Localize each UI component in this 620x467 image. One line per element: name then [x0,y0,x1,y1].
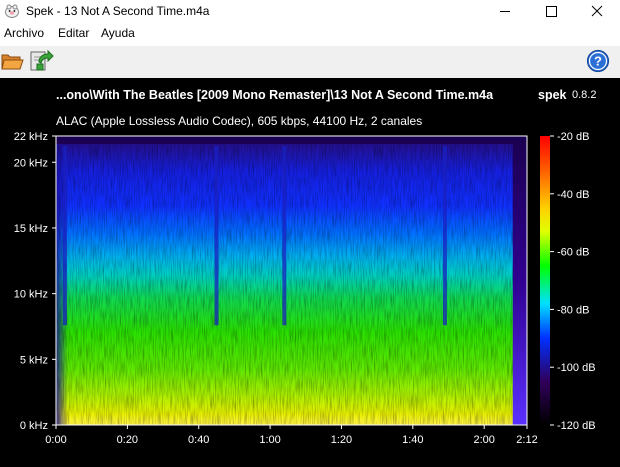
menu-archivo[interactable]: Archivo [4,26,44,40]
colorbar-tick-label-4: -100 dB [557,362,596,374]
x-tick-label-5: 1:40 [402,434,423,446]
x-tick-label-4: 1:20 [331,434,352,446]
x-tick-label-1: 0:20 [117,434,138,446]
y-tick-label-4: 20 kHz [14,157,48,169]
menu-ayuda[interactable]: Ayuda [101,26,135,40]
colorbar-tick-label-2: -60 dB [557,247,589,259]
folder-open-icon [1,54,24,70]
dip-2 [282,146,287,326]
spectrogram-panel: ...ono\With The Beatles [2009 Mono Remas… [0,78,620,467]
menu-editar[interactable]: Editar [58,26,89,40]
x-tick-label-0: 0:00 [45,434,66,446]
toolbar: ? [0,46,620,78]
maximize-icon [546,6,557,17]
colorbar-tick-label-5: -120 dB [557,420,596,432]
colorbar [540,136,550,425]
y-tick-label-0: 0 kHz [20,420,48,432]
dip-3 [442,146,447,326]
title-bar: Spek - 13 Not A Second Time.m4a [0,0,620,22]
colorbar-tick-label-0: -20 dB [557,131,589,143]
minimize-button[interactable] [482,0,528,22]
window-title: Spek - 13 Not A Second Time.m4a [26,4,210,18]
spek-app-icon [5,4,19,18]
help-button[interactable]: ? [586,49,612,75]
x-tick-label-7: 2:12 [516,434,537,446]
spectrogram-image [56,136,527,425]
frequency-axis: 0 kHz 5 kHz 10 kHz 15 kHz 20 kHz 22 kHz [14,131,56,432]
colorbar-tick-label-1: -40 dB [557,189,589,201]
colorbar-axis: -20 dB -40 dB -60 dB -80 dB -100 dB -120 dB [550,131,596,432]
y-tick-label-5: 22 kHz [14,131,48,143]
help-icon: ? [586,49,610,73]
dip-1 [214,146,219,326]
spectrogram-chart: 0 kHz5 kHz10 kHz15 kHz20 kHz22 kHz 0:00 0… [14,131,596,446]
dip-0 [62,146,67,326]
x-tick-label-6: 2:00 [473,434,494,446]
minimize-icon [500,11,510,12]
x-tick-label-2: 0:40 [188,434,209,446]
save-image-button[interactable] [28,48,54,74]
open-file-button[interactable] [0,48,26,74]
colorbar-tick-label-3: -80 dB [557,304,589,316]
save-arrow-icon [30,49,54,71]
help-glyph: ? [594,54,602,69]
y-tick-label-3: 15 kHz [14,223,48,235]
y-tick-label-1: 5 kHz [20,354,48,366]
y-tick-label-2: 10 kHz [14,289,48,301]
x-tick-label-3: 1:00 [259,434,280,446]
maximize-button[interactable] [528,0,574,22]
close-button[interactable] [574,0,620,22]
close-icon [591,5,603,17]
menu-bar: Archivo Editar Ayuda [0,24,620,44]
time-axis: 0:00 0:20 0:40 1:00 1:20 1:40 2:00 2:12 [45,425,538,446]
